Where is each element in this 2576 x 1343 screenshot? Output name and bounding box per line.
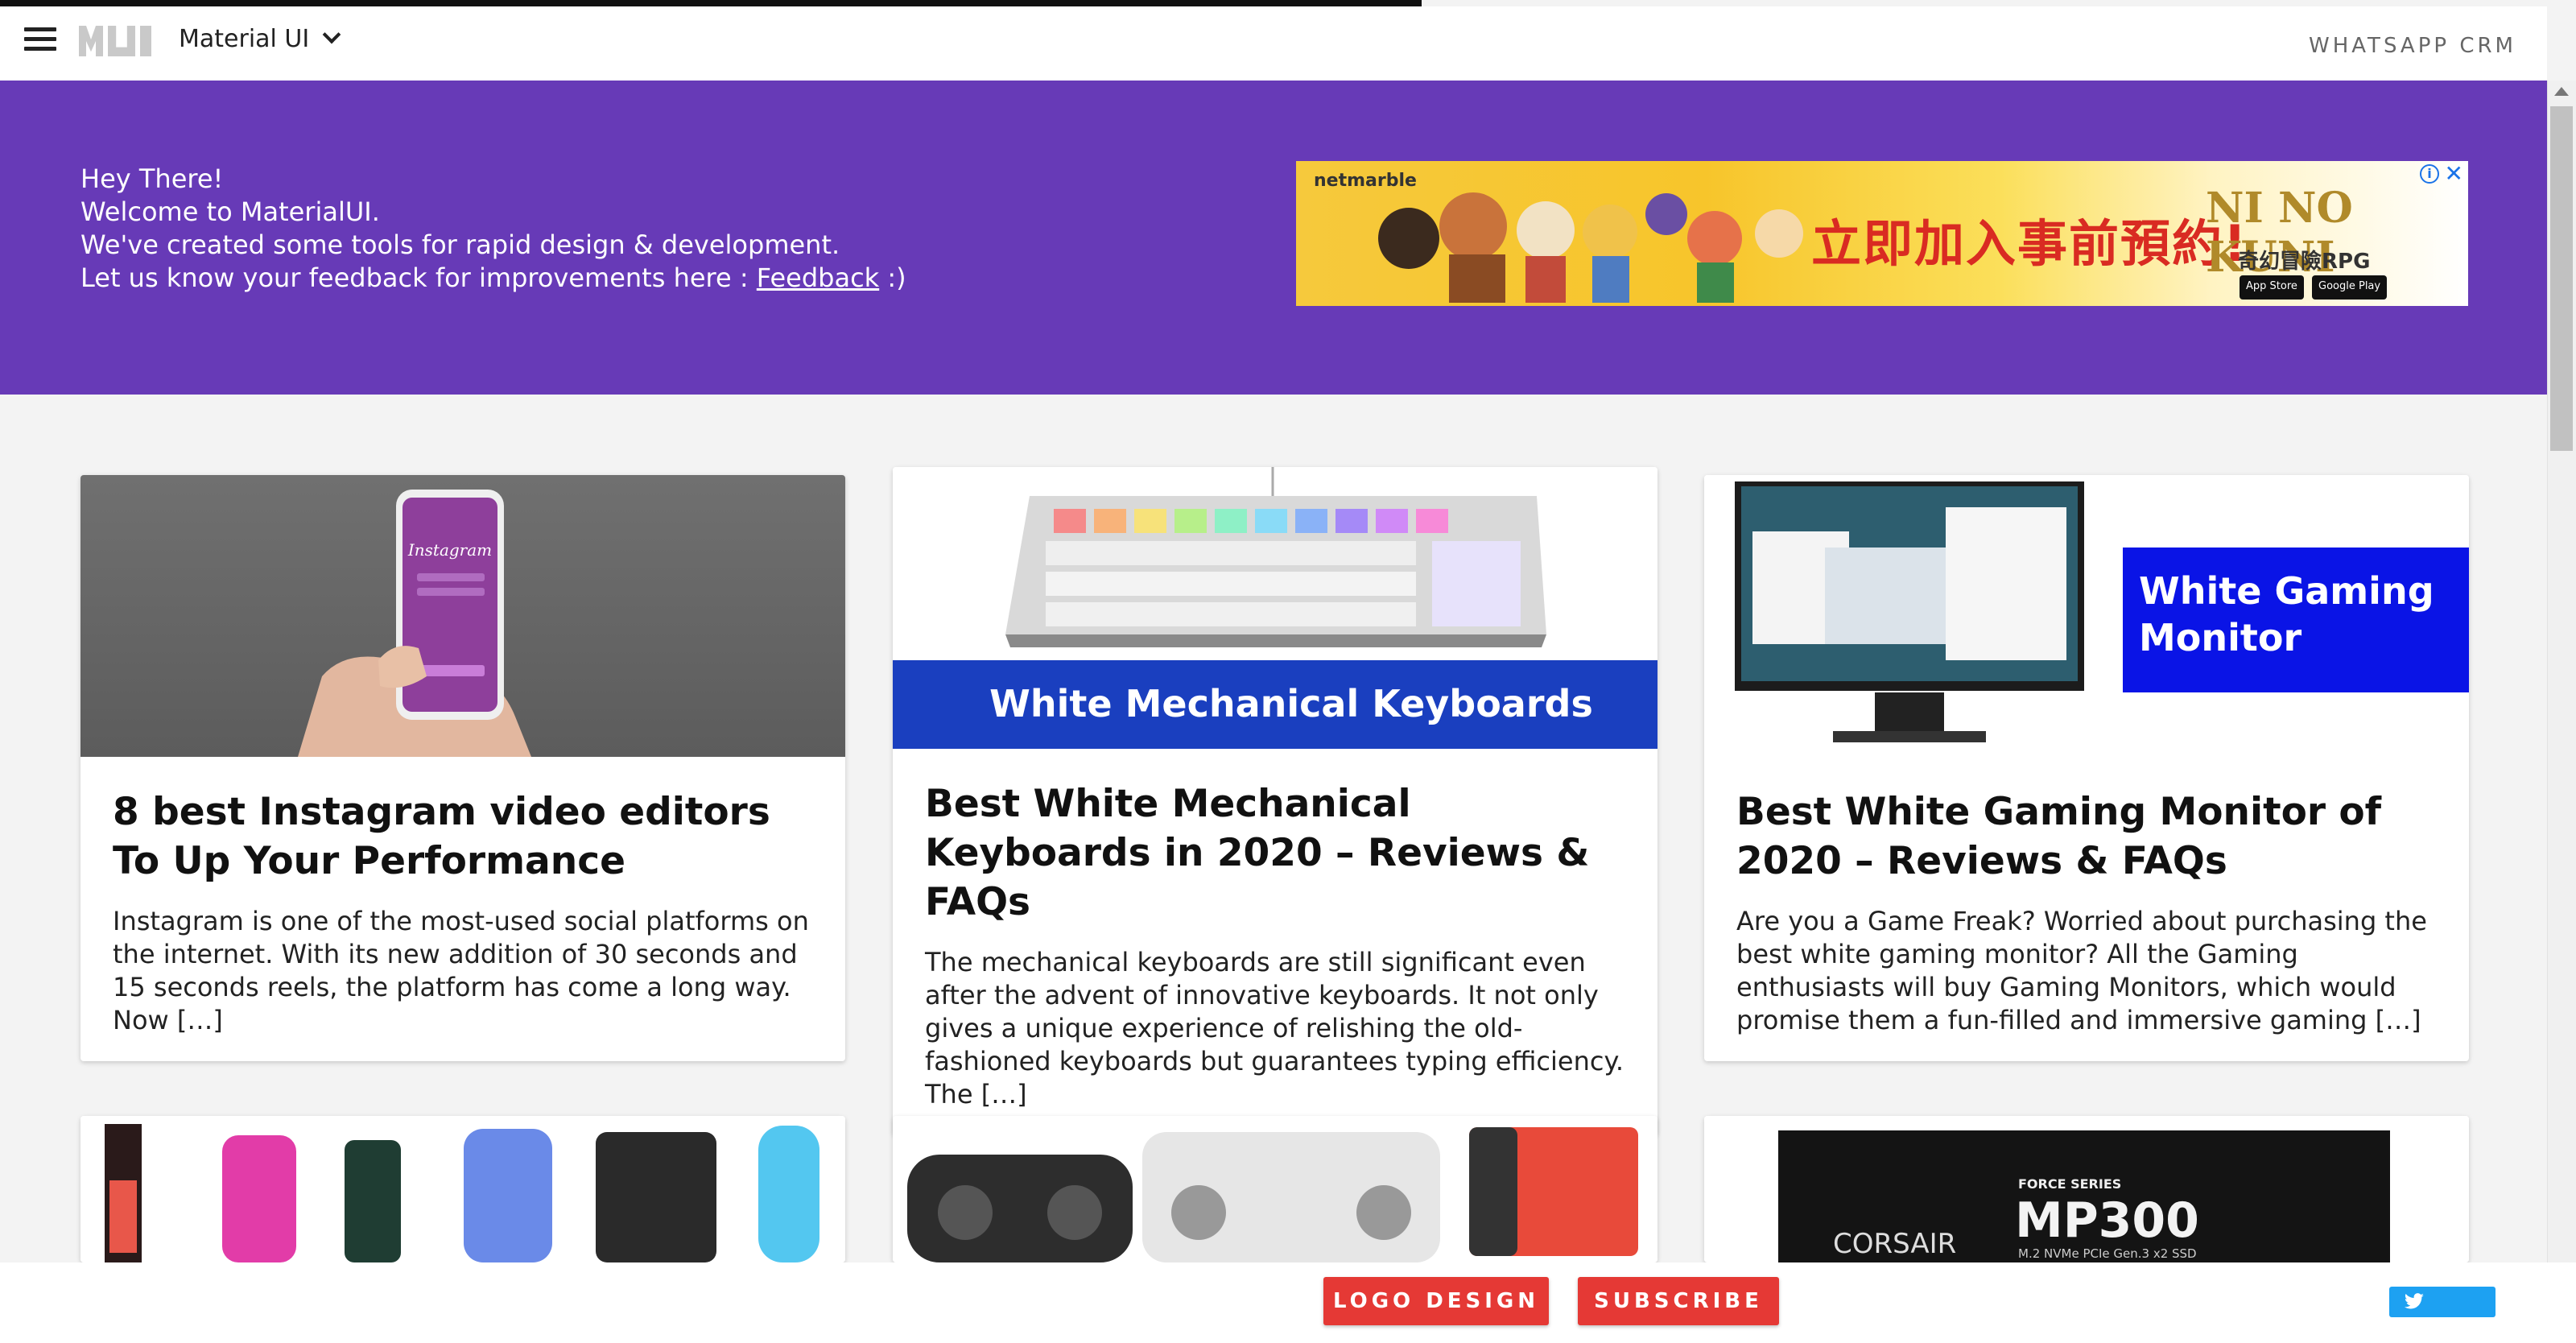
bottom-action-bar: LOGO DESIGN SUBSCRIBE <box>0 1262 2576 1343</box>
card-body: 8 best Instagram video editors To Up You… <box>80 757 845 1061</box>
mui-logo[interactable] <box>79 26 156 56</box>
card-title[interactable]: 8 best Instagram video editors To Up You… <box>113 787 813 886</box>
hero-banner: Hey There! Welcome to MaterialUI. We've … <box>0 81 2547 395</box>
brand-dropdown[interactable]: Material UI <box>179 23 341 55</box>
hero-feedback-line: Let us know your feedback for improvemen… <box>80 262 906 293</box>
scrollbar-thumb[interactable] <box>2550 106 2573 451</box>
scroll-up-arrow-icon[interactable] <box>2554 87 2569 96</box>
article-card-instagram[interactable]: Instagram 8 best Instagram video editors… <box>80 475 845 1061</box>
card-body: Best White Gaming Monitor of 2020 – Revi… <box>1704 757 2469 1061</box>
chevron-down-icon <box>322 25 341 44</box>
card-excerpt: The mechanical keyboards are still signi… <box>925 947 1624 1110</box>
monitor-illustration: White Gaming Monitor <box>1735 481 2469 742</box>
brand-label: Material UI <box>179 24 310 53</box>
advertisement-banner[interactable]: netmarble 立即加入事前預約! NI NO KUNI 奇幻冒險RPG A… <box>1296 161 2468 306</box>
whatsapp-crm-link[interactable]: WHATSAPP CRM <box>2309 34 2516 58</box>
banner-text-line2: Monitor <box>2139 616 2301 659</box>
article-card-portable-speakers[interactable] <box>893 1116 1657 1262</box>
ad-characters-illustration <box>1378 192 1803 303</box>
instagram-wordmark: Instagram <box>407 540 492 560</box>
portable-speakers-thumbnail <box>893 1116 1657 1262</box>
card-body: Best White Mechanical Keyboards in 2020 … <box>893 749 1657 1135</box>
ssd-model: MP300 <box>2015 1192 2199 1249</box>
app-store-badge[interactable]: App Store <box>2240 275 2304 300</box>
phone-in-hand-illustration: Instagram <box>298 490 531 757</box>
subscribe-button[interactable]: SUBSCRIBE <box>1578 1277 1779 1325</box>
ssd-thumbnail: CORSAIR FORCE SERIES MP300 M.2 NVMe PCIe… <box>1704 1116 2469 1262</box>
reading-progress-bar <box>0 0 1422 6</box>
twitter-icon <box>2404 1293 2424 1309</box>
article-card-monitor[interactable]: White Gaming Monitor Best White Gaming M… <box>1704 475 2469 1061</box>
ad-close-icon[interactable]: ✕ <box>2445 163 2463 185</box>
ssd-spec: M.2 NVMe PCIe Gen.3 x2 SSD <box>2018 1246 2197 1261</box>
article-thumbnail: White Mechanical Keyboards <box>893 467 1657 749</box>
article-thumbnail: Instagram <box>80 475 845 757</box>
ad-info-icon[interactable]: i <box>2420 164 2439 184</box>
hero-greeting: Hey There! <box>80 163 224 194</box>
ad-subtitle: 奇幻冒險RPG <box>2238 250 2371 274</box>
card-excerpt: Instagram is one of the most-used social… <box>113 906 809 1035</box>
keyboard-illustration: White Mechanical Keyboards <box>893 467 1657 749</box>
ad-headline: 立即加入事前預約! <box>1811 214 2248 273</box>
ssd-series: FORCE SERIES <box>2018 1176 2121 1192</box>
feedback-link[interactable]: Feedback <box>757 262 879 293</box>
ssd-brand: CORSAIR <box>1833 1228 1956 1260</box>
banner-text: White Mechanical Keyboards <box>989 682 1593 725</box>
article-thumbnail: White Gaming Monitor <box>1704 475 2469 757</box>
card-excerpt: Are you a Game Freak? Worried about purc… <box>1736 906 2427 1035</box>
article-card-ssd[interactable]: CORSAIR FORCE SERIES MP300 M.2 NVMe PCIe… <box>1704 1116 2469 1262</box>
hero-text: Hey There! Welcome to MaterialUI. We've … <box>80 163 906 295</box>
menu-icon[interactable] <box>24 27 56 52</box>
top-app-bar: Material UI WHATSAPP CRM <box>0 6 2547 81</box>
twitter-share-button[interactable] <box>2389 1287 2496 1317</box>
google-play-badge[interactable]: Google Play <box>2312 275 2388 300</box>
card-title[interactable]: Best White Mechanical Keyboards in 2020 … <box>925 779 1625 927</box>
speakers-thumbnail <box>80 1116 845 1262</box>
banner-text-line1: White Gaming <box>2139 569 2434 613</box>
hero-description: We've created some tools for rapid desig… <box>80 229 840 260</box>
hero-welcome: Welcome to MaterialUI. <box>80 196 380 227</box>
card-title[interactable]: Best White Gaming Monitor of 2020 – Revi… <box>1736 787 2437 886</box>
logo-design-button[interactable]: LOGO DESIGN <box>1323 1277 1549 1325</box>
article-card-speakers[interactable] <box>80 1116 845 1262</box>
article-card-keyboards[interactable]: White Mechanical Keyboards Best White Me… <box>893 467 1657 1135</box>
